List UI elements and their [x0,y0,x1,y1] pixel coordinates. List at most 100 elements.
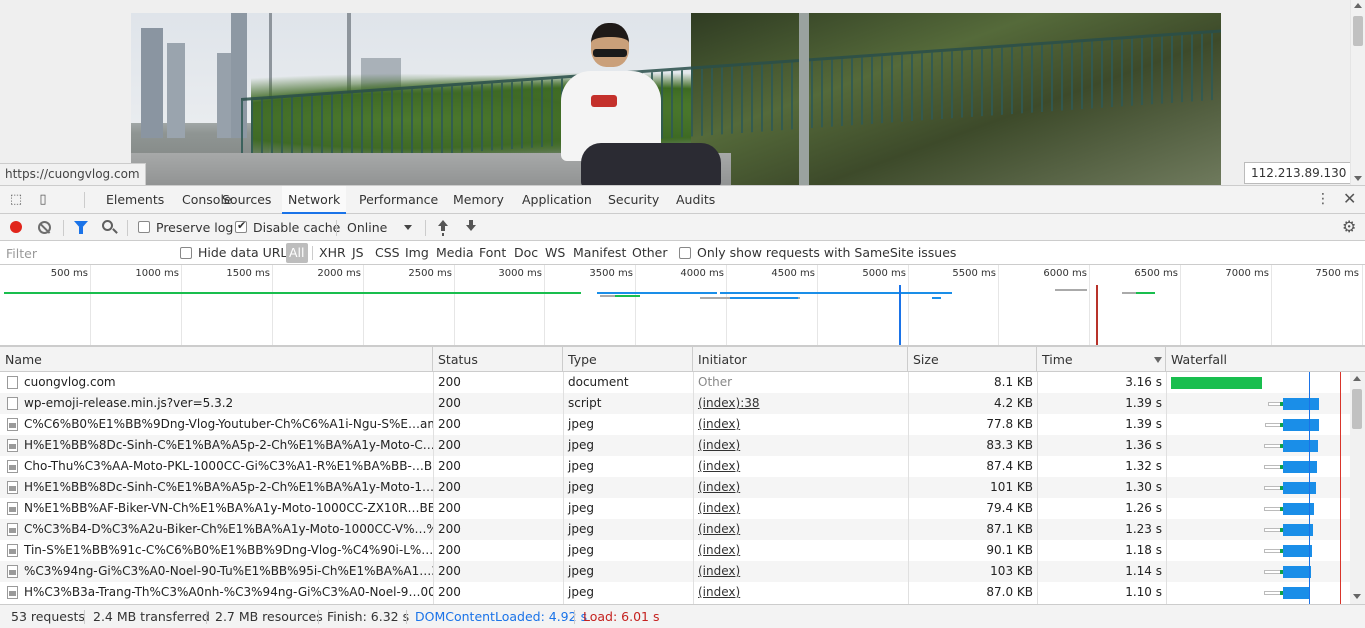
filter-type-doc[interactable]: Doc [511,243,541,263]
throttling-select[interactable]: Online [347,214,387,241]
tab-elements[interactable]: Elements [100,186,170,214]
request-type: script [568,396,602,410]
close-icon[interactable]: ✕ [1343,189,1356,208]
request-initiator-link[interactable]: (index) [693,414,908,435]
scroll-down-arrow-icon[interactable] [1353,594,1361,599]
table-scrollbar[interactable] [1350,372,1365,604]
column-header-status[interactable]: Status [433,347,563,372]
filter-type-media[interactable]: Media [433,243,477,263]
document-file-icon [7,376,18,389]
device-toggle-icon[interactable]: ▯ [35,192,51,208]
scrollbar-thumb[interactable] [1352,389,1362,429]
request-time: 3.16 s [1125,375,1162,389]
disable-cache-checkbox[interactable] [235,219,247,233]
request-initiator-link[interactable]: (index) [693,498,908,519]
hide-data-urls-checkbox[interactable] [180,247,192,259]
table-row[interactable]: wp-emoji-release.min.js?ver=5.3.2 200 sc… [0,393,1350,414]
filter-input[interactable] [2,243,167,263]
tab-memory[interactable]: Memory [447,186,510,214]
toolbar-divider [425,220,426,236]
clear-icon[interactable] [38,221,51,234]
record-icon[interactable] [10,221,22,233]
table-row[interactable]: H%C3%B3a-Trang-Th%C3%A0nh-%C3%94ng-Gi%C3… [0,582,1350,603]
filter-type-xhr[interactable]: XHR [316,243,349,263]
waterfall-bar [1171,377,1262,389]
request-initiator: Other [698,375,733,389]
request-initiator-link[interactable]: (index) [693,540,908,561]
gear-icon[interactable]: ⚙ [1342,218,1356,236]
table-row[interactable]: Cho-Thu%C3%AA-Moto-PKL-1000CC-Gi%C3%A1-R… [0,456,1350,477]
request-initiator-link[interactable]: (index) [693,582,908,603]
scroll-up-arrow-icon[interactable] [1353,376,1361,381]
preserve-log-checkbox[interactable] [138,221,150,233]
overview-gridline [635,265,636,345]
filter-type-ws[interactable]: WS [542,243,568,263]
request-initiator-link[interactable]: (index) [693,435,908,456]
waterfall-download-bar [1283,545,1312,557]
filter-type-all[interactable]: All [286,243,308,263]
table-row[interactable]: C%C3%B4-D%C3%A2u-Biker-Ch%E1%BA%A1y-Moto… [0,519,1350,540]
finish-time: Finish: 6.32 s [327,609,410,624]
kebab-menu-icon[interactable]: ⋮ [1316,191,1330,207]
table-row[interactable]: Tin-S%E1%BB%91c-C%C6%B0%E1%BB%9Dng-Vlog-… [0,540,1350,561]
samesite-checkbox[interactable] [679,247,691,259]
request-name: C%C3%B4-D%C3%A2u-Biker-Ch%E1%BA%A1y-Moto… [24,522,433,536]
tab-audits[interactable]: Audits [670,186,721,214]
waterfall-queue-bar [1264,486,1281,490]
domcontentloaded-time: DOMContentLoaded: 4.92 s [415,609,588,624]
request-initiator-link[interactable]: (index) [693,477,908,498]
table-row[interactable]: H%E1%BB%8Dc-Sinh-C%E1%BA%A5p-2-Ch%E1%BA%… [0,477,1350,498]
table-row[interactable]: H%E1%BB%8Dc-Sinh-C%E1%BA%A5p-2-Ch%E1%BA%… [0,435,1350,456]
table-row[interactable]: %C3%94ng-Gi%C3%A0-Noel-90-Tu%E1%BB%95i-C… [0,561,1350,582]
column-header-time[interactable]: Time [1037,347,1166,372]
table-row[interactable]: N%E1%BB%AF-Biker-VN-Ch%E1%BA%A1y-Moto-10… [0,498,1350,519]
filter-icon[interactable] [74,221,88,234]
table-row[interactable]: C%C6%B0%E1%BB%9Dng-Vlog-Youtuber-Ch%C6%A… [0,414,1350,435]
request-name: H%E1%BB%8Dc-Sinh-C%E1%BA%A5p-2-Ch%E1%BA%… [24,480,433,494]
column-header-waterfall[interactable]: Waterfall [1166,347,1365,372]
export-har-icon[interactable] [465,219,477,235]
waterfall-load-line [1340,372,1341,604]
filter-divider [312,246,313,260]
scroll-down-arrow-icon[interactable] [1354,176,1362,181]
filter-type-font[interactable]: Font [476,243,509,263]
summary-divider [574,610,575,624]
filter-type-other[interactable]: Other [629,243,671,263]
filter-type-js[interactable]: JS [349,243,367,263]
import-har-icon[interactable] [437,219,449,235]
request-status: 200 [438,501,461,515]
request-time: 1.39 s [1125,417,1162,431]
chevron-down-icon[interactable] [404,225,412,230]
overview-tick-label: 7500 ms [1315,268,1359,279]
column-header-name[interactable]: Name [0,347,433,372]
column-header-type[interactable]: Type [563,347,693,372]
scroll-up-arrow-icon[interactable] [1354,3,1362,8]
image-file-icon [7,586,18,599]
column-divider [433,372,434,604]
request-initiator-link[interactable]: (index) [693,561,908,582]
page-scrollbar[interactable] [1350,0,1365,185]
filter-type-img[interactable]: Img [402,243,432,263]
tab-application[interactable]: Application [516,186,598,214]
timeline-overview[interactable]: 500 ms 1000 ms 1500 ms 2000 ms 2500 ms 3… [0,265,1365,346]
filter-type-css[interactable]: CSS [372,243,403,263]
column-header-size[interactable]: Size [908,347,1037,372]
script-file-icon [7,397,18,410]
filter-type-manifest[interactable]: Manifest [570,243,629,263]
tab-performance[interactable]: Performance [353,186,444,214]
tab-sources[interactable]: Sources [216,186,277,214]
request-type: jpeg [568,459,594,473]
image-file-icon [7,439,18,452]
column-header-time-label: Time [1042,352,1073,367]
request-initiator-link[interactable]: (index) [693,456,908,477]
column-header-initiator[interactable]: Initiator [693,347,908,372]
search-icon[interactable] [102,220,113,231]
table-row[interactable]: cuongvlog.com 200 document Other 8.1 KB … [0,372,1350,393]
tab-security[interactable]: Security [602,186,665,214]
overview-tick-label: 3500 ms [589,268,633,279]
request-initiator-link[interactable]: (index) [693,519,908,540]
cursor-select-icon[interactable]: ⬚ [8,192,24,208]
tab-network[interactable]: Network [282,186,347,214]
request-initiator-link[interactable]: (index):38 [693,393,908,414]
scrollbar-thumb[interactable] [1353,16,1363,46]
